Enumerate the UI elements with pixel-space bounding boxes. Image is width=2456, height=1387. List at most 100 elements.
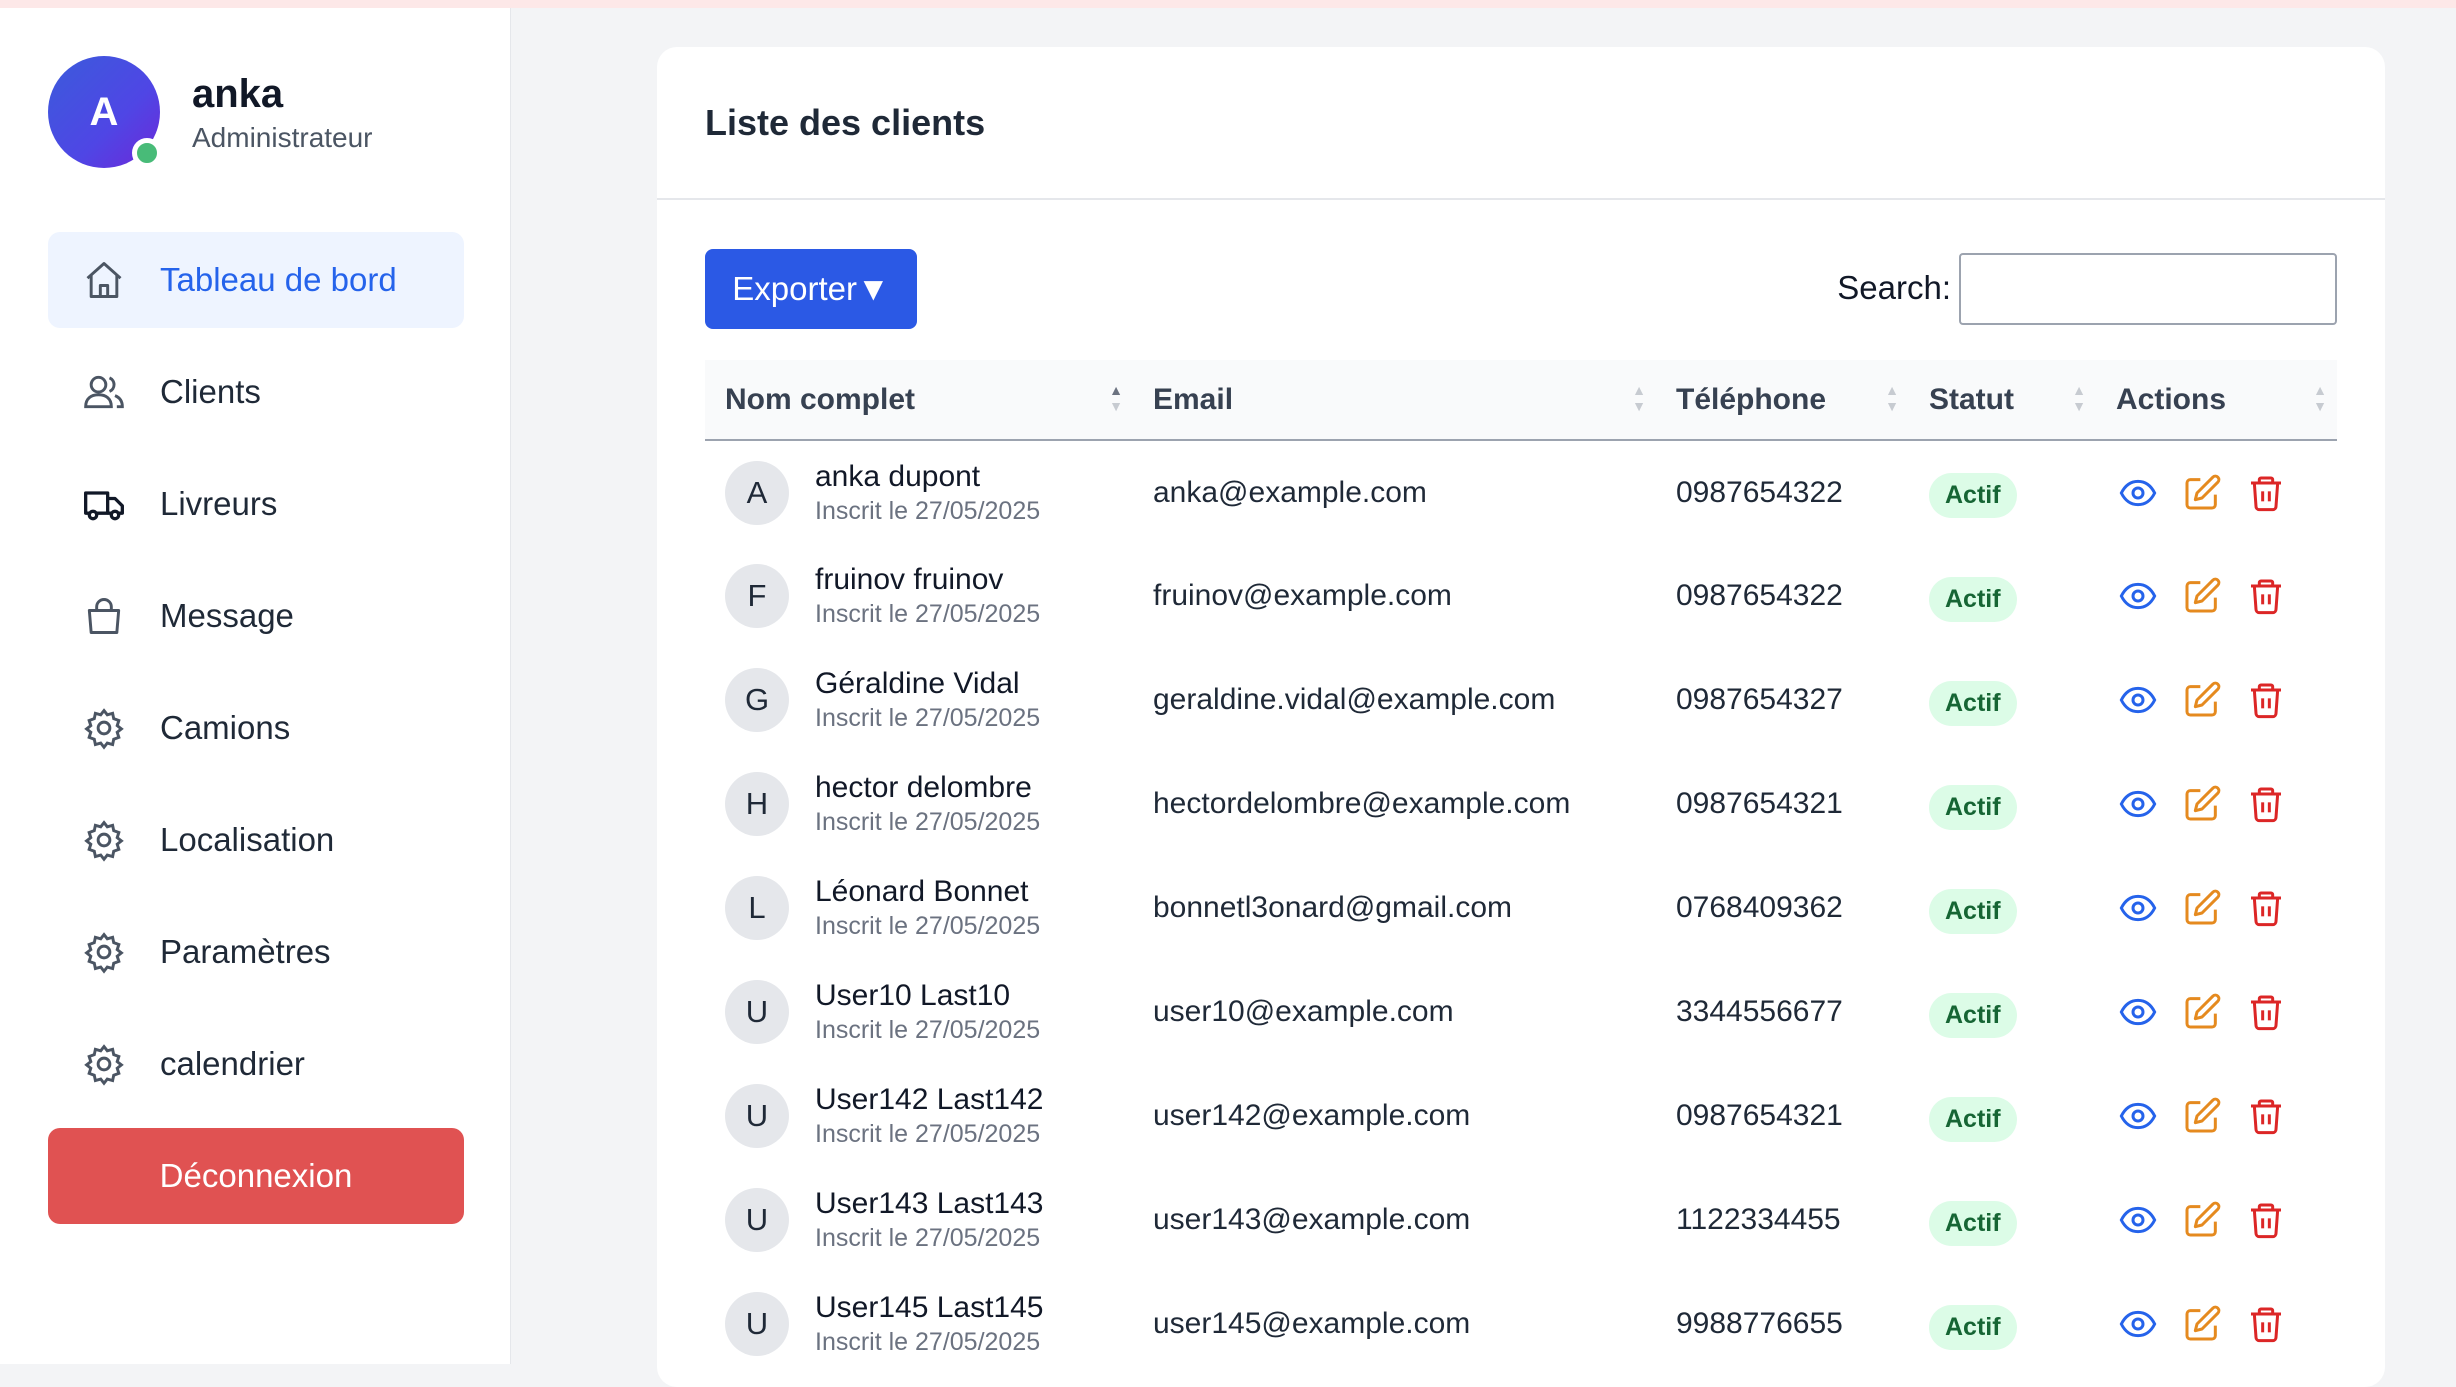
- table-row: U User10 Last10 Inscrit le 27/05/2025 us…: [705, 960, 2337, 1064]
- delete-icon[interactable]: [2244, 782, 2288, 826]
- edit-icon[interactable]: [2180, 1198, 2224, 1242]
- edit-icon[interactable]: [2180, 1302, 2224, 1346]
- view-icon[interactable]: [2116, 782, 2160, 826]
- client-initial: L: [748, 890, 766, 925]
- cell-full-name: F fruinov fruinov Inscrit le 27/05/2025: [705, 544, 1133, 648]
- gear-icon: [82, 930, 126, 974]
- view-icon[interactable]: [2116, 990, 2160, 1034]
- cell-full-name: H hector delombre Inscrit le 27/05/2025: [705, 752, 1133, 856]
- edit-icon[interactable]: [2180, 782, 2224, 826]
- edit-icon[interactable]: [2180, 990, 2224, 1034]
- sidebar-item-calendrier[interactable]: calendrier: [48, 1016, 464, 1112]
- edit-icon[interactable]: [2180, 574, 2224, 618]
- cell-status: Actif: [1909, 752, 2096, 856]
- clients-table-wrapper: Nom complet ▲ ▼ Email ▲ ▼ Téléphone ▲ ▼ Sta…: [705, 360, 2337, 1376]
- view-icon[interactable]: [2116, 1302, 2160, 1346]
- search-input[interactable]: [1959, 253, 2337, 325]
- sidebar-item-message[interactable]: Message: [48, 568, 464, 664]
- logout-button[interactable]: Déconnexion: [48, 1128, 464, 1224]
- edit-icon[interactable]: [2180, 1094, 2224, 1138]
- avatar[interactable]: A: [48, 56, 162, 168]
- cell-actions: [2096, 856, 2337, 960]
- sidebar-item-camions[interactable]: Camions: [48, 680, 464, 776]
- client-initial: F: [747, 578, 767, 613]
- status-badge: Actif: [1929, 1200, 2017, 1246]
- status-badge: Actif: [1929, 473, 2017, 518]
- card-header: Liste des clients: [657, 47, 2385, 200]
- column-header-actions[interactable]: Actions ▲ ▼: [2096, 360, 2337, 440]
- view-icon[interactable]: [2116, 1094, 2160, 1138]
- user-profile: A anka Administrateur: [48, 56, 373, 168]
- client-joined-date: Inscrit le 27/05/2025: [815, 704, 1041, 732]
- client-phone: 0768409362: [1676, 891, 1843, 924]
- delete-icon[interactable]: [2244, 1302, 2288, 1346]
- sidebar-item-livreurs[interactable]: Livreurs: [48, 456, 464, 552]
- client-initial: U: [745, 1306, 769, 1341]
- table-row: U User145 Last145 Inscrit le 27/05/2025 …: [705, 1272, 2337, 1376]
- client-avatar: U: [725, 1188, 789, 1252]
- client-name: hector delombre: [815, 771, 1032, 804]
- cell-status: Actif: [1909, 1272, 2096, 1376]
- edit-icon[interactable]: [2180, 471, 2224, 515]
- client-name: anka dupont: [815, 459, 981, 493]
- client-phone: 0987654327: [1676, 683, 1843, 716]
- client-phone: 0987654321: [1676, 1099, 1843, 1132]
- status-badge: Actif: [1929, 1304, 2017, 1350]
- sidebar-item-localisation[interactable]: Localisation: [48, 792, 464, 888]
- column-header-statut[interactable]: Statut ▲ ▼: [1909, 360, 2096, 440]
- table-row: G Géraldine Vidal Inscrit le 27/05/2025 …: [705, 648, 2337, 752]
- page-title: Liste des clients: [705, 101, 986, 143]
- table-row: F fruinov fruinov Inscrit le 27/05/2025 …: [705, 544, 2337, 648]
- client-joined-date: Inscrit le 27/05/2025: [815, 496, 1041, 525]
- status-badge: Actif: [1929, 1096, 2017, 1142]
- sidebar-nav: Tableau de bord Clients Livreurs Message…: [48, 232, 464, 1128]
- delete-icon[interactable]: [2244, 1094, 2288, 1138]
- delete-icon[interactable]: [2244, 990, 2288, 1034]
- table-header-row: Nom complet ▲ ▼ Email ▲ ▼ Téléphone ▲ ▼ Sta…: [705, 360, 2337, 440]
- cell-actions: [2096, 960, 2337, 1064]
- edit-icon[interactable]: [2180, 678, 2224, 722]
- client-email: user143@example.com: [1153, 1203, 1471, 1236]
- sidebar-item-label: Clients: [160, 373, 261, 410]
- client-email: geraldine.vidal@example.com: [1153, 683, 1556, 716]
- home-icon: [82, 258, 126, 302]
- view-icon[interactable]: [2116, 574, 2160, 618]
- cell-status: Actif: [1909, 544, 2096, 648]
- cell-status: Actif: [1909, 440, 2096, 544]
- sort-icon: ▲ ▼: [1109, 382, 1123, 414]
- client-initial: U: [745, 1098, 769, 1133]
- users-icon: [82, 370, 126, 414]
- view-icon[interactable]: [2116, 471, 2160, 515]
- client-phone: 3344556677: [1676, 995, 1843, 1028]
- client-joined-date: Inscrit le 27/05/2025: [815, 1224, 1041, 1252]
- client-initial: U: [745, 1202, 769, 1237]
- clients-card: Liste des clients Exporter▼ Search: Nom …: [657, 47, 2385, 1387]
- sidebar-item-label: calendrier: [160, 1045, 305, 1082]
- column-header-telephone[interactable]: Téléphone ▲ ▼: [1656, 360, 1909, 440]
- delete-icon[interactable]: [2244, 886, 2288, 930]
- top-border: [0, 0, 2456, 8]
- client-joined-date: Inscrit le 27/05/2025: [815, 1328, 1041, 1356]
- client-email: hectordelombre@example.com: [1153, 787, 1571, 820]
- view-icon[interactable]: [2116, 1198, 2160, 1242]
- sidebar-item-tableau-de-bord[interactable]: Tableau de bord: [48, 232, 464, 328]
- client-initial: U: [745, 994, 769, 1029]
- user-role: Administrateur: [192, 122, 373, 153]
- sidebar-item-label: Camions: [160, 709, 291, 746]
- sidebar-item-clients[interactable]: Clients: [48, 344, 464, 440]
- sidebar-item-parametres[interactable]: Paramètres: [48, 904, 464, 1000]
- column-header-nom-complet[interactable]: Nom complet ▲ ▼: [705, 360, 1133, 440]
- view-icon[interactable]: [2116, 886, 2160, 930]
- delete-icon[interactable]: [2244, 678, 2288, 722]
- column-header-email[interactable]: Email ▲ ▼: [1133, 360, 1656, 440]
- client-joined-date: Inscrit le 27/05/2025: [815, 1016, 1041, 1044]
- delete-icon[interactable]: [2244, 471, 2288, 515]
- edit-icon[interactable]: [2180, 886, 2224, 930]
- view-icon[interactable]: [2116, 678, 2160, 722]
- client-name: User145 Last145: [815, 1291, 1044, 1324]
- client-initial: H: [745, 786, 769, 821]
- delete-icon[interactable]: [2244, 574, 2288, 618]
- delete-icon[interactable]: [2244, 1198, 2288, 1242]
- export-button[interactable]: Exporter▼: [705, 249, 917, 329]
- cell-full-name: G Géraldine Vidal Inscrit le 27/05/2025: [705, 648, 1133, 752]
